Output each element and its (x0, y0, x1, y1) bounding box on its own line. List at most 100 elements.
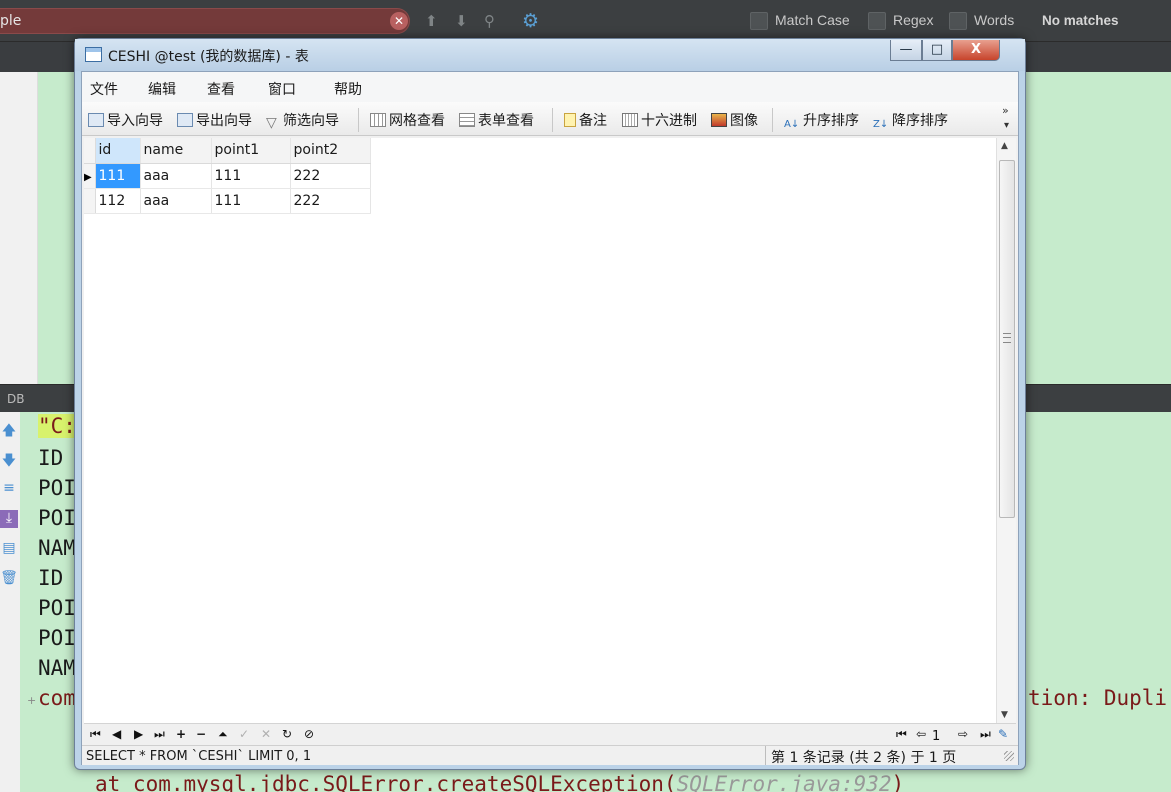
refresh-icon[interactable]: ↻ (282, 727, 292, 741)
previous-occurrence-icon[interactable]: ⬆ (425, 12, 438, 30)
toolbar-separator (772, 108, 773, 132)
memo-button[interactable]: 备注 (564, 110, 607, 130)
current-row-marker[interactable]: ▶ (84, 163, 96, 189)
scroll-down-icon[interactable]: ▼ (1001, 710, 1008, 720)
add-record-icon[interactable]: + (176, 727, 186, 741)
first-page-icon[interactable]: ⏮ (896, 727, 907, 742)
move-up-icon[interactable]: ⏶ (218, 727, 228, 742)
regex-label[interactable]: Regex (893, 12, 933, 28)
status-record-count: 第 1 条记录 (共 2 条) 于 1 页 (771, 750, 957, 766)
status-sql: SELECT * FROM `CESHI` LIMIT 0, 1 (86, 749, 312, 764)
window-title: CESHI @test (我的数据库) - 表 (108, 49, 309, 65)
stack-source-link[interactable]: SQLError.java:932 (677, 772, 892, 792)
close-button[interactable]: X (952, 40, 1000, 61)
trash-icon[interactable]: 🗑 (0, 570, 18, 588)
apply-icon[interactable]: ✓ (239, 727, 249, 741)
prev-record-icon[interactable]: ◀ (112, 727, 121, 741)
down-arrow-icon[interactable]: 🡇 (0, 450, 18, 469)
scrollbar-thumb[interactable] (999, 160, 1015, 518)
find-usages-icon[interactable]: ⚲ (484, 12, 495, 30)
grid-view-button[interactable]: 网格查看 (370, 110, 445, 130)
form-view-button[interactable]: 表单查看 (459, 110, 534, 130)
words-label[interactable]: Words (974, 12, 1014, 28)
export-wizard-button[interactable]: 导出向导 (177, 110, 252, 130)
menu-window[interactable]: 窗口 (268, 79, 296, 99)
print-icon[interactable]: ▤ (0, 540, 18, 558)
sort-descending-button[interactable]: Z↓ 降序排序 (873, 110, 948, 130)
image-button[interactable]: 图像 (711, 110, 758, 130)
sort-ascending-button[interactable]: A↓ 升序排序 (784, 110, 859, 130)
match-case-checkbox[interactable] (750, 12, 768, 30)
menu-view[interactable]: 查看 (207, 79, 235, 99)
cancel-icon[interactable]: ✕ (261, 727, 271, 741)
prev-page-icon[interactable]: ⇦ (916, 727, 926, 741)
filter-wizard-button[interactable]: ▽ 筛选向导 (266, 110, 339, 131)
row-pointer-icon: ▶ (84, 171, 92, 183)
column-header-id[interactable]: id (95, 138, 141, 164)
status-divider (765, 746, 766, 765)
maximize-button[interactable]: □ (922, 40, 952, 61)
first-record-icon[interactable]: ⏮ (90, 727, 101, 742)
search-input-text: ple (0, 13, 22, 29)
hex-button[interactable]: 十六进制 (622, 110, 697, 130)
fold-expand-icon[interactable]: + (27, 694, 36, 707)
table-cell[interactable]: aaa (140, 188, 212, 214)
data-grid[interactable]: id name point1 point2 ▶ 111 aaa 111 222 (84, 138, 996, 723)
column-header-point2[interactable]: point2 (290, 138, 371, 164)
table-cell[interactable]: 111 (211, 188, 291, 214)
match-case-label[interactable]: Match Case (775, 12, 850, 28)
records-table: id name point1 point2 ▶ 111 aaa 111 222 (84, 138, 371, 214)
toolbar-separator (552, 108, 553, 132)
menu-edit[interactable]: 编辑 (148, 79, 176, 99)
words-checkbox[interactable] (949, 12, 967, 30)
soft-wrap-icon[interactable]: ≡ (0, 480, 18, 498)
column-header-point1[interactable]: point1 (211, 138, 291, 164)
import-wizard-button[interactable]: 导入向导 (88, 110, 163, 130)
column-header-name[interactable]: name (140, 138, 212, 164)
stop-icon[interactable]: ⊘ (304, 727, 314, 741)
clear-icon[interactable]: ✕ (390, 12, 408, 30)
regex-checkbox[interactable] (868, 12, 886, 30)
find-status: No matches (1042, 13, 1119, 28)
last-page-icon[interactable]: ⏭ (980, 727, 991, 742)
minimize-button[interactable]: — (890, 40, 922, 61)
image-icon (711, 113, 727, 127)
next-record-icon[interactable]: ▶ (134, 727, 143, 741)
sort-ascending-icon: A↓ (784, 119, 800, 130)
table-cell[interactable]: 222 (290, 188, 371, 214)
table-cell[interactable]: 222 (290, 163, 371, 189)
table-cell[interactable]: 111 (95, 163, 141, 189)
toolbar: 导入向导 导出向导 ▽ 筛选向导 网格查看 表单查看 备注 十六进制 图像 A↓ 升… (82, 102, 1018, 136)
scroll-to-end-icon[interactable]: ⤓ (0, 510, 18, 528)
stack-call: at com.mysql.jdbc.SQLError.createSQLExce… (95, 772, 677, 792)
toolbar-overflow-chevron[interactable]: » (1002, 104, 1009, 117)
table-row[interactable]: 112 aaa 111 222 (84, 188, 371, 214)
next-occurrence-icon[interactable]: ⬇ (455, 12, 468, 30)
row-header[interactable] (84, 188, 96, 214)
vertical-scrollbar[interactable]: ▲ ▼ (996, 138, 1016, 723)
gear-icon[interactable]: ⚙ (522, 10, 539, 32)
menu-file[interactable]: 文件 (90, 79, 118, 99)
delete-record-icon[interactable]: − (196, 727, 206, 741)
table-cell[interactable]: 111 (211, 163, 291, 189)
export-icon (177, 113, 193, 127)
memo-label: 备注 (579, 113, 607, 129)
last-record-icon[interactable]: ⏭ (154, 727, 165, 742)
tool-window-strip: 🡅 🡇 ≡ ⤓ ▤ 🗑 (0, 412, 20, 792)
window-titlebar[interactable]: CESHI @test (我的数据库) - 表 — □ X (75, 39, 1025, 71)
next-page-icon[interactable]: ⇨ (958, 727, 968, 741)
table-row[interactable]: ▶ 111 aaa 111 222 (84, 163, 371, 189)
up-arrow-icon[interactable]: 🡅 (0, 420, 18, 439)
menu-help[interactable]: 帮助 (334, 79, 362, 99)
page-settings-icon[interactable]: ✎ (998, 727, 1008, 741)
table-cell[interactable]: aaa (140, 163, 212, 189)
toolbar-dropdown-icon[interactable]: ▾ (1004, 120, 1009, 131)
page-number[interactable]: 1 (932, 729, 940, 744)
search-input[interactable]: ple (0, 8, 410, 34)
console-line: "C: (38, 414, 76, 438)
console-line: POI (38, 596, 76, 620)
table-cell[interactable]: 112 (95, 188, 141, 214)
row-header-corner (84, 138, 96, 164)
resize-grip-icon[interactable] (1004, 751, 1014, 761)
scroll-up-icon[interactable]: ▲ (1001, 141, 1008, 151)
